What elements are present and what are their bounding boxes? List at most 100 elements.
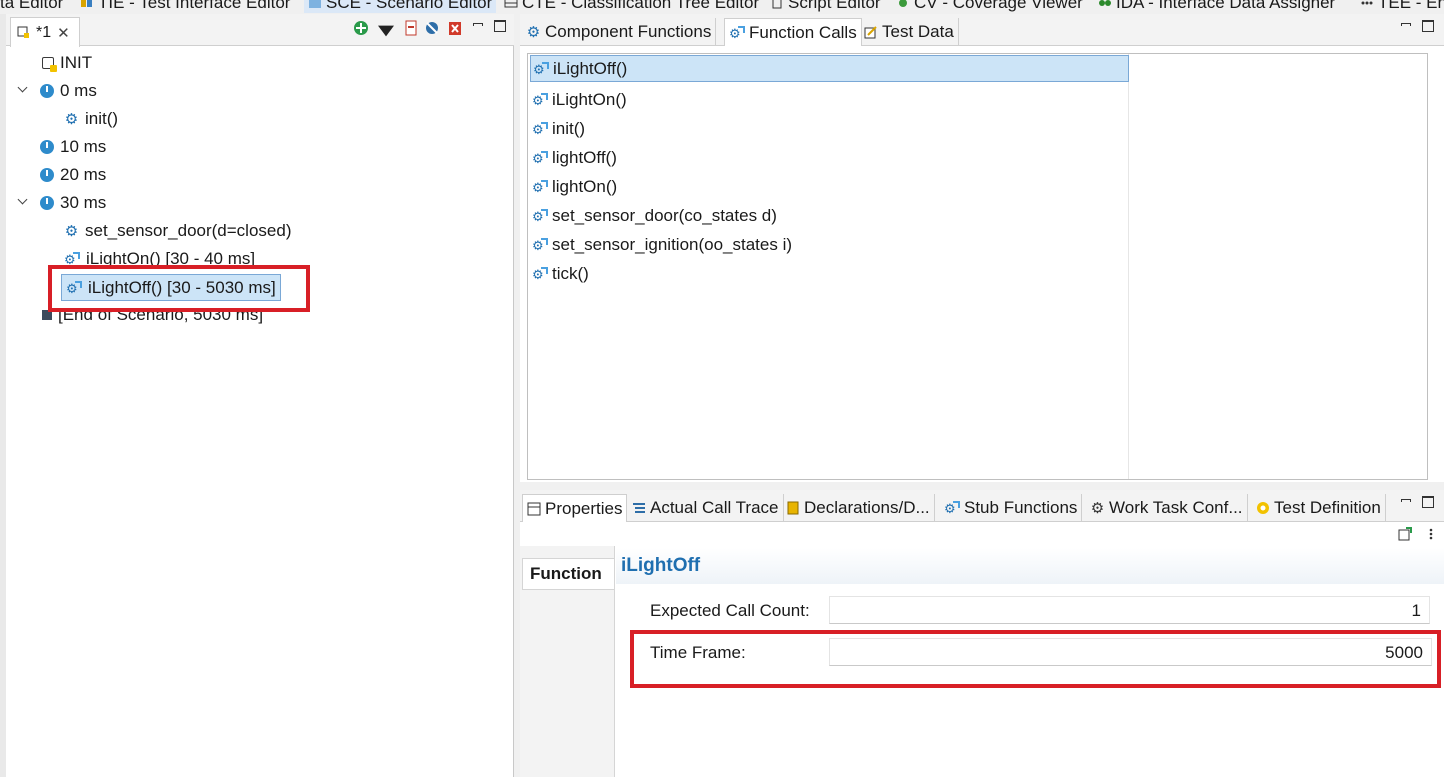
sce-icon	[309, 0, 321, 8]
expand-toggle[interactable]	[18, 85, 28, 95]
function-call-icon: ⚙	[532, 150, 548, 166]
init-icon	[42, 57, 57, 72]
tab-properties[interactable]: Properties	[522, 494, 628, 522]
clock-icon	[40, 168, 54, 182]
clock-icon	[40, 140, 54, 154]
properties-title: iLightOff	[621, 555, 701, 576]
gear-icon: ⚙	[64, 110, 79, 128]
svg-text:⚙: ⚙	[532, 151, 544, 166]
scenario-file-icon	[17, 26, 29, 38]
gear-icon: ⚙	[64, 222, 79, 240]
perspective-cv[interactable]: CV - Coverage Viewer	[896, 0, 1083, 13]
minimize-button[interactable]	[1400, 496, 1412, 508]
function-item-set-sensor-ignition[interactable]: ⚙ set_sensor_ignition(oo_states i)	[530, 231, 1129, 258]
function-call-icon: ⚙	[532, 92, 548, 108]
expand-toggle[interactable]	[18, 197, 28, 207]
svg-text:⚙: ⚙	[532, 238, 544, 253]
sash-horizontal[interactable]	[520, 482, 1444, 490]
test-data-icon	[864, 26, 877, 39]
perspective-ida[interactable]: IDA - Interface Data Assigner	[1098, 0, 1335, 13]
function-call-icon: ⚙	[532, 208, 548, 224]
minimize-button[interactable]	[1400, 20, 1412, 32]
tab-actual-call-trace[interactable]: Actual Call Trace	[628, 494, 784, 522]
pin-view-icon[interactable]	[1398, 527, 1412, 541]
tree-node-set-sensor-door[interactable]: ⚙ set_sensor_door(d=closed)	[64, 218, 292, 244]
svg-text:⚙: ⚙	[533, 62, 545, 77]
function-call-icon: ⚙	[533, 61, 549, 77]
report-icon[interactable]	[403, 20, 419, 36]
tree-node-init-call[interactable]: ⚙ init()	[64, 106, 118, 132]
properties-side-tabs: Function	[520, 546, 615, 777]
expected-call-count-field[interactable]: 1	[829, 596, 1430, 624]
cv-icon	[899, 0, 907, 7]
tab-component-functions[interactable]: ⚙ Component Functions	[522, 18, 717, 46]
editor-tabbar: *1 ✕	[6, 14, 514, 47]
highlight-box-time-frame	[630, 630, 1441, 688]
chevron-down-icon[interactable]	[378, 23, 394, 39]
perspective-script[interactable]: Script Editor	[770, 0, 881, 13]
svg-text:⚙: ⚙	[729, 26, 741, 41]
perspective-sce[interactable]: SCE - Scenario Editor	[304, 0, 497, 13]
add-icon[interactable]	[353, 20, 369, 36]
view-menu-icon[interactable]	[1424, 527, 1438, 541]
gear-icon: ⚙	[1090, 499, 1105, 517]
clock-icon	[40, 196, 54, 210]
tree-node-10ms[interactable]: 10 ms	[40, 134, 106, 160]
side-tab-function[interactable]: Function	[522, 558, 614, 590]
function-call-icon: ⚙	[532, 237, 548, 253]
function-item-init[interactable]: ⚙ init()	[530, 115, 1129, 142]
script-icon	[772, 0, 782, 9]
minimize-button[interactable]	[472, 20, 484, 32]
function-call-icon: ⚙	[729, 25, 745, 41]
declarations-icon	[787, 501, 799, 515]
maximize-button[interactable]	[1422, 496, 1434, 508]
tree-node-0ms[interactable]: 0 ms	[40, 78, 97, 104]
tab-stub-functions[interactable]: ⚙ Stub Functions	[940, 494, 1083, 522]
ida-icon	[1099, 0, 1111, 6]
function-item-lightoff[interactable]: ⚙ lightOff()	[530, 144, 1129, 171]
tree-node-30ms[interactable]: 30 ms	[40, 190, 106, 216]
perspective-tee[interactable]: TEE - En	[1360, 0, 1444, 13]
editor-tab[interactable]: *1 ✕	[10, 17, 80, 47]
function-call-icon: ⚙	[532, 121, 548, 137]
function-item-lighton[interactable]: ⚙ lightOn()	[530, 173, 1129, 200]
function-item-set-sensor-door[interactable]: ⚙ set_sensor_door(co_states d)	[530, 202, 1129, 229]
filter-icon[interactable]	[424, 20, 440, 36]
test-definition-icon	[1257, 502, 1269, 514]
tree-node-init[interactable]: INIT	[42, 50, 92, 76]
function-call-icon: ⚙	[532, 266, 548, 282]
perspective-data-editor[interactable]: ta Editor	[0, 0, 63, 13]
highlight-box-tree	[48, 265, 310, 312]
tee-icon	[1361, 1, 1373, 5]
delete-icon[interactable]	[447, 20, 463, 36]
svg-text:⚙: ⚙	[532, 209, 544, 224]
expected-call-count-label: Expected Call Count:	[650, 601, 810, 620]
function-item-ilightoff[interactable]: ⚙ iLightOff()	[530, 55, 1129, 82]
tie-icon	[81, 0, 92, 7]
close-icon[interactable]: ✕	[57, 24, 70, 42]
cte-icon	[504, 0, 518, 8]
left-edge	[0, 14, 6, 777]
maximize-button[interactable]	[1422, 20, 1434, 32]
svg-text:⚙: ⚙	[532, 180, 544, 195]
perspective-cte[interactable]: CTE - Classification Tree Editor	[504, 0, 759, 13]
perspective-bar: ta Editor TIE - Test Interface Editor SC…	[0, 0, 1444, 14]
call-trace-icon	[633, 503, 645, 513]
function-item-tick[interactable]: ⚙ tick()	[530, 260, 1129, 287]
svg-text:⚙: ⚙	[532, 267, 544, 282]
tab-function-calls[interactable]: ⚙ Function Calls	[724, 18, 862, 46]
tab-test-definition[interactable]: Test Definition	[1252, 494, 1386, 522]
properties-header: iLightOff	[616, 548, 1444, 584]
function-item-ilighton[interactable]: ⚙ iLightOn()	[530, 86, 1129, 113]
function-call-icon: ⚙	[944, 501, 960, 516]
bottom-view-tabbar: Properties Actual Call Trace Declaration…	[520, 490, 1444, 522]
tab-declarations[interactable]: Declarations/D...	[782, 494, 935, 522]
properties-icon	[527, 502, 541, 515]
tab-work-task-conf[interactable]: ⚙ Work Task Conf...	[1086, 494, 1248, 522]
tab-test-data[interactable]: Test Data	[860, 18, 959, 46]
perspective-tie[interactable]: TIE - Test Interface Editor	[80, 0, 290, 13]
maximize-button[interactable]	[494, 20, 506, 32]
svg-text:⚙: ⚙	[532, 93, 544, 108]
clock-icon	[40, 84, 54, 98]
tree-node-20ms[interactable]: 20 ms	[40, 162, 106, 188]
